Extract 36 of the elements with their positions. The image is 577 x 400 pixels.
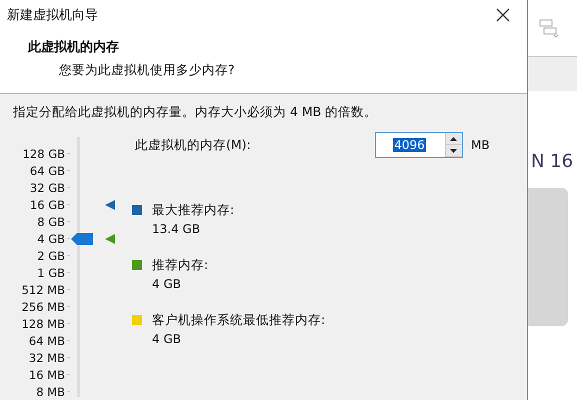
scale-label: 8 GB bbox=[36, 214, 65, 228]
up-arrow-icon bbox=[450, 136, 458, 140]
slider-thumb[interactable] bbox=[71, 232, 93, 244]
legend-value: 4 GB bbox=[152, 332, 182, 346]
scale-label: 64 MB bbox=[28, 334, 65, 348]
legend-label: 最大推荐内存: bbox=[152, 202, 234, 219]
scale-label: 128 GB bbox=[22, 146, 65, 160]
increment-button[interactable] bbox=[446, 133, 462, 145]
scale-label: 512 MB bbox=[20, 282, 65, 296]
down-arrow-icon bbox=[450, 148, 458, 152]
page-subheading: 您要为此虚拟机使用多少内存? bbox=[59, 62, 236, 79]
scale-label: 8 MB bbox=[35, 384, 65, 398]
page-heading: 此虚拟机的内存 bbox=[28, 38, 120, 56]
scale-label: 32 MB bbox=[28, 350, 65, 364]
memory-spinbox[interactable]: 4096 bbox=[375, 132, 463, 158]
description-text: 指定分配给此虚拟机的内存量。内存大小必须为 4 MB 的倍数。 bbox=[13, 104, 378, 121]
window-title: 新建虚拟机向导 bbox=[7, 7, 98, 24]
legend-value: 4 GB bbox=[152, 277, 182, 291]
close-icon bbox=[496, 8, 510, 22]
unit-label: MB bbox=[471, 138, 490, 152]
scale-label: 16 GB bbox=[28, 198, 65, 212]
memory-value: 4096 bbox=[393, 138, 426, 152]
legend-label: 推荐内存: bbox=[152, 257, 208, 274]
legend-value: 13.4 GB bbox=[152, 222, 202, 236]
scale-label: 2 GB bbox=[36, 248, 65, 262]
scale-label: 1 GB bbox=[36, 266, 65, 280]
app-heading: N 16 bbox=[531, 151, 574, 172]
scale-label: 256 MB bbox=[20, 300, 65, 314]
scale-label: 32 GB bbox=[28, 180, 65, 194]
scale-label: 64 GB bbox=[28, 164, 65, 178]
scale-label: 4 GB bbox=[36, 232, 65, 246]
scale-label: 128 MB bbox=[20, 316, 65, 330]
legend-label: 客户机操作系统最低推荐内存: bbox=[152, 312, 326, 329]
scale-label: 16 MB bbox=[28, 368, 65, 382]
memory-label: 此虚拟机的内存(M): bbox=[135, 136, 252, 154]
decrement-button[interactable] bbox=[446, 145, 462, 157]
